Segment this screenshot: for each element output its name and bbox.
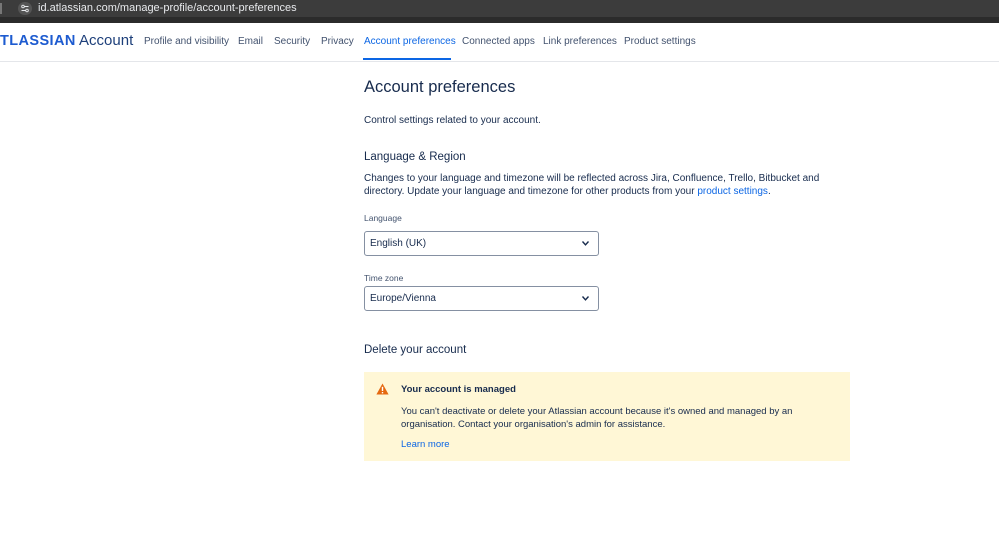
- tab-profile-and-visibility[interactable]: Profile and visibility: [144, 36, 229, 47]
- managed-account-notice: Your account is managed You can't deacti…: [364, 372, 850, 461]
- timezone-label: Time zone: [364, 273, 404, 283]
- active-tab-indicator: [363, 58, 451, 60]
- tab-product-settings[interactable]: Product settings: [624, 36, 696, 47]
- browser-url-bar[interactable]: id.atlassian.com/manage-profile/account-…: [0, 0, 999, 17]
- top-navigation: TLASSIAN Account Profile and visibility …: [0, 23, 999, 62]
- tab-account-preferences[interactable]: Account preferences: [364, 36, 456, 47]
- learn-more-link[interactable]: Learn more: [401, 439, 450, 450]
- description-suffix: .: [767, 186, 771, 197]
- url-text[interactable]: id.atlassian.com/manage-profile/account-…: [38, 0, 297, 17]
- logo-brand: TLASSIAN: [0, 33, 76, 49]
- page-title: Account preferences: [364, 78, 516, 96]
- tab-connected-apps[interactable]: Connected apps: [462, 36, 535, 47]
- warning-icon: [376, 383, 389, 395]
- timezone-select[interactable]: Europe/Vienna: [364, 286, 599, 311]
- notice-body: You can't deactivate or delete your Atla…: [401, 406, 793, 430]
- site-settings-icon[interactable]: [18, 2, 32, 15]
- tab-email[interactable]: Email: [238, 36, 263, 47]
- tab-privacy[interactable]: Privacy: [321, 36, 354, 47]
- language-value: English (UK): [370, 238, 427, 249]
- atlassian-account-logo[interactable]: TLASSIAN Account: [0, 32, 133, 49]
- language-region-description: Changes to your language and timezone wi…: [364, 172, 854, 198]
- tab-security[interactable]: Security: [274, 36, 310, 47]
- logo-suffix: Account: [75, 32, 134, 49]
- tab-edge: [0, 3, 2, 14]
- tab-link-preferences[interactable]: Link preferences: [543, 36, 617, 47]
- product-settings-link[interactable]: product settings: [697, 186, 768, 197]
- chevron-down-icon: [581, 296, 590, 301]
- language-label: Language: [364, 213, 402, 223]
- delete-account-heading: Delete your account: [364, 344, 467, 356]
- page-intro: Control settings related to your account…: [364, 115, 541, 126]
- timezone-value: Europe/Vienna: [370, 293, 436, 304]
- chevron-down-icon: [581, 241, 590, 246]
- language-select[interactable]: English (UK): [364, 231, 599, 256]
- language-region-heading: Language & Region: [364, 151, 466, 163]
- notice-title: Your account is managed: [401, 384, 516, 395]
